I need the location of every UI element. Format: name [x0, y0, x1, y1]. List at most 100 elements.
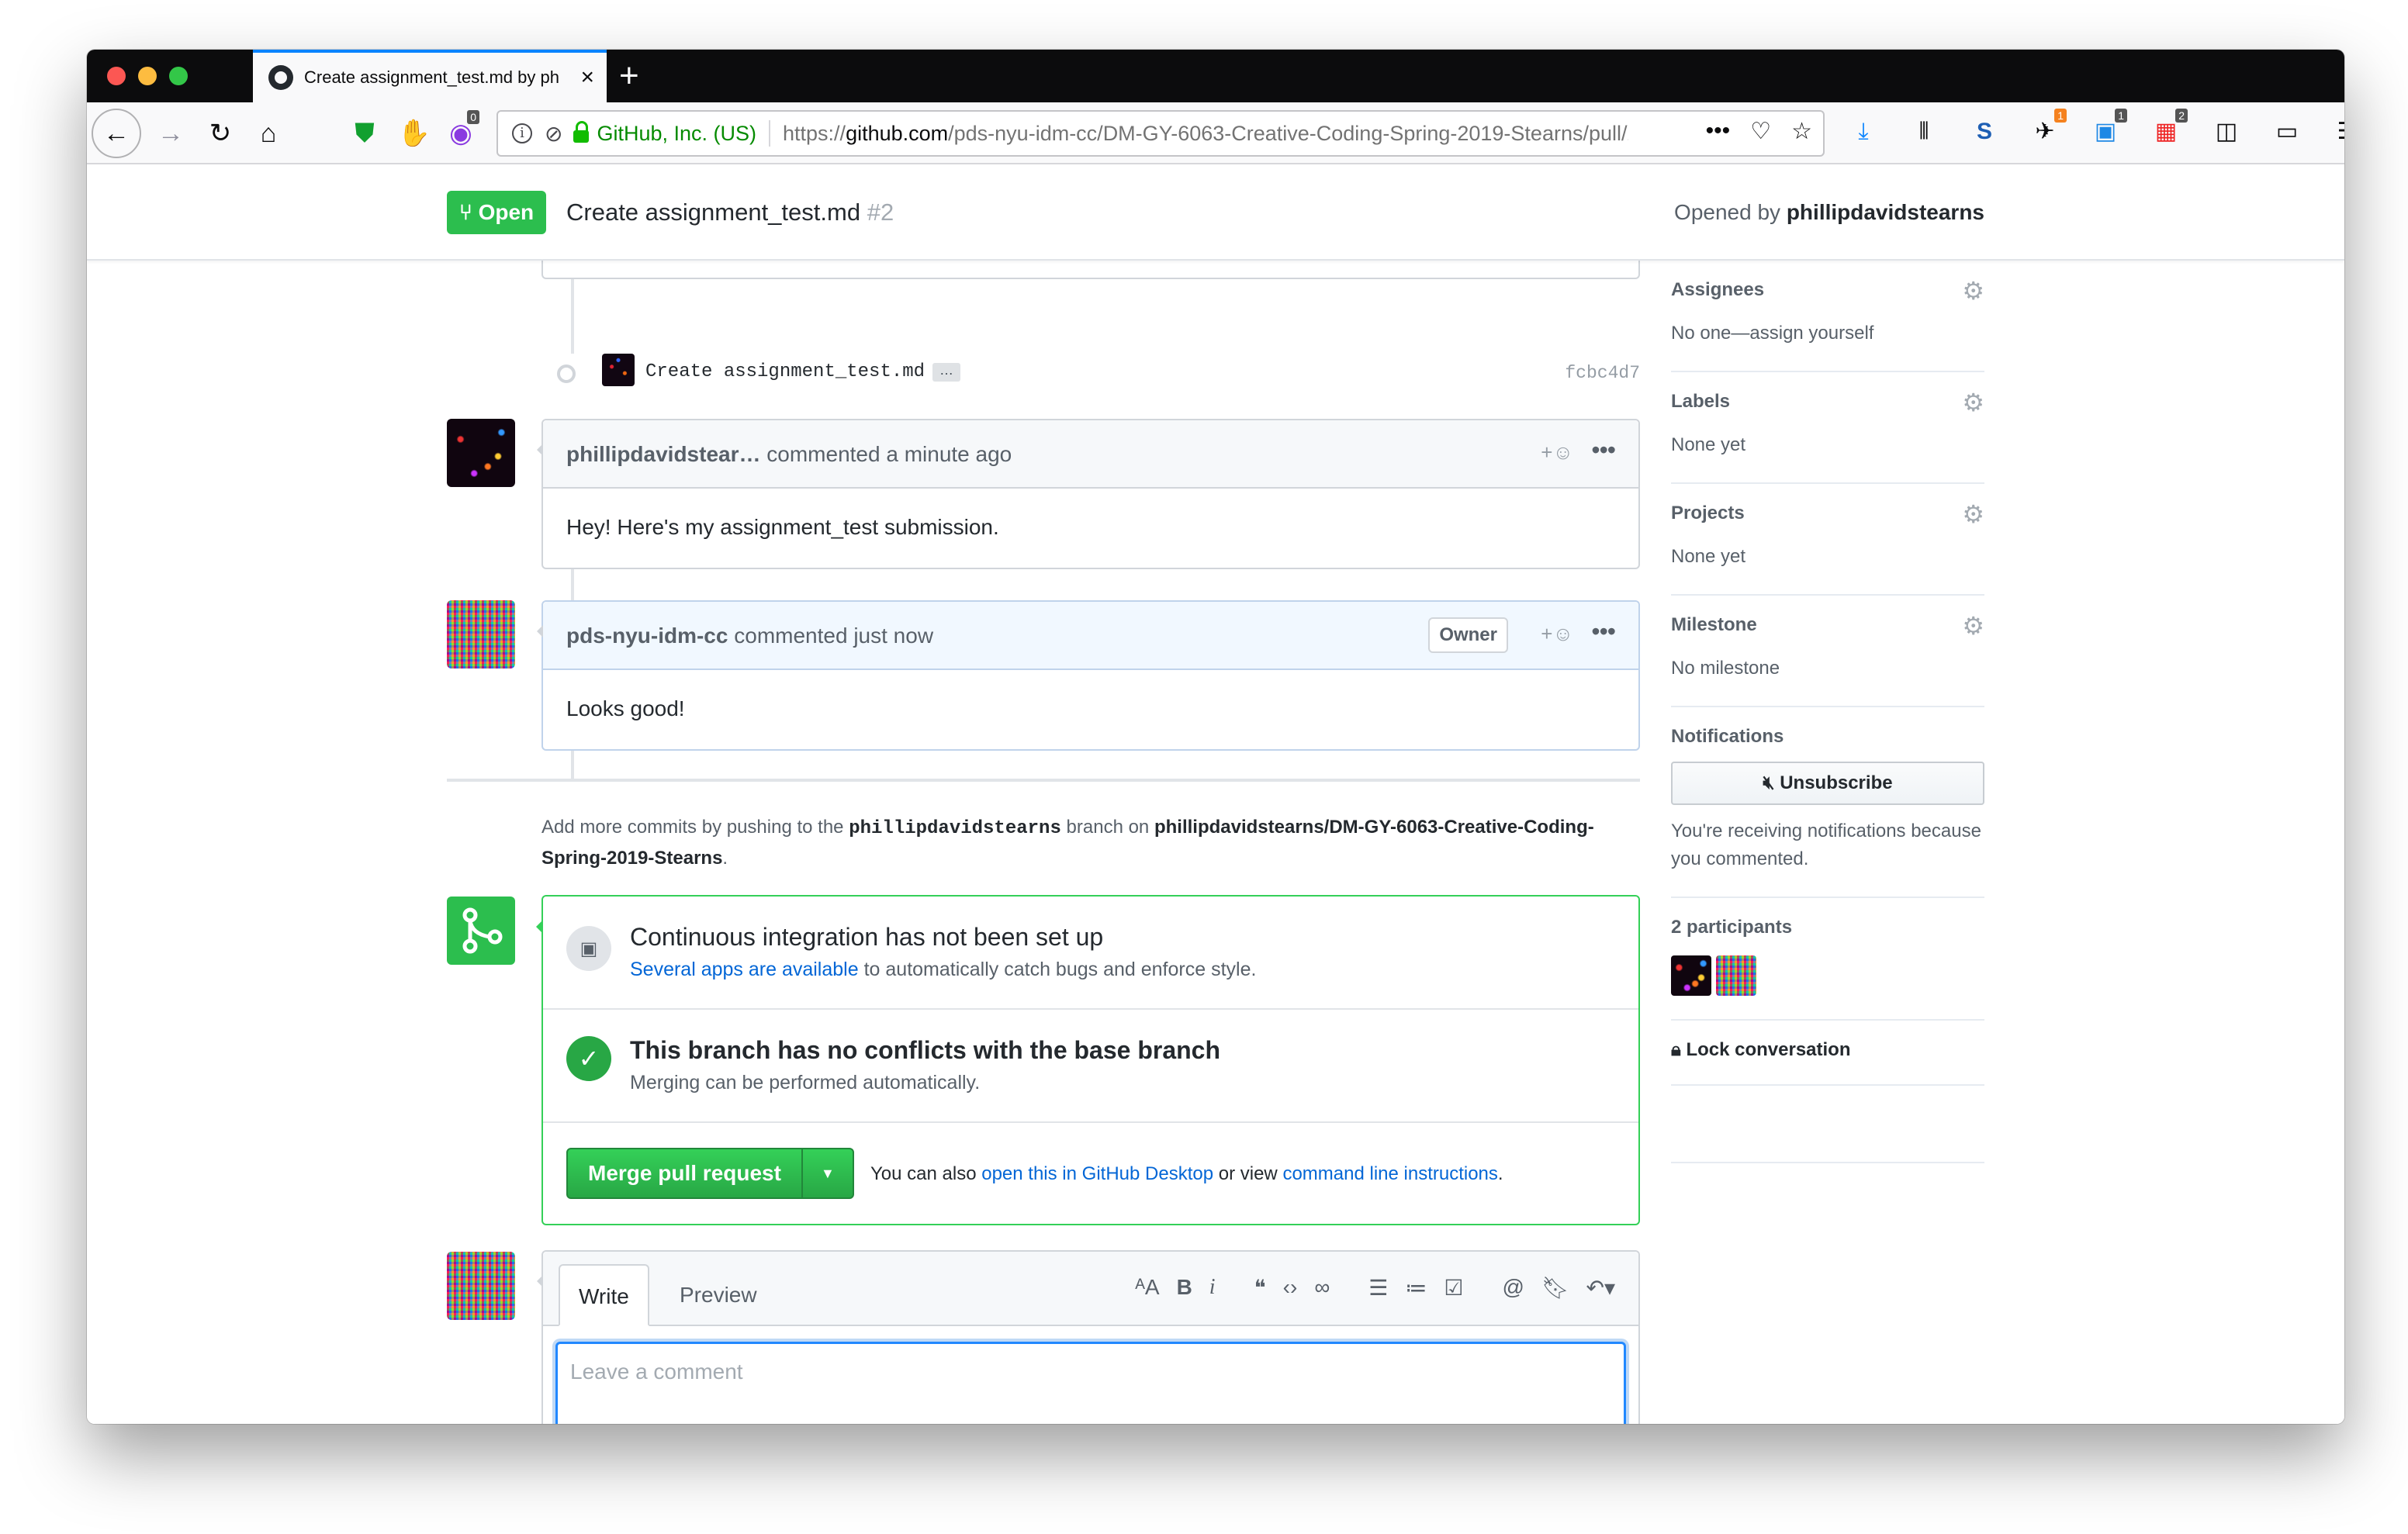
comment-action[interactable]: commented a minute ago [766, 442, 1012, 466]
editor-toolbar: Write Preview ᴬA B i ❝ ‹› ∞ ☰ ≔ ☑ @ 🔖︎ ↶… [543, 1252, 1638, 1326]
browser-tab[interactable]: Create assignment_test.md by phillipdavi… [253, 50, 607, 102]
reload-icon[interactable]: ↻ [195, 109, 245, 158]
close-window-button[interactable] [107, 67, 126, 85]
ci-rest: to automatically catch bugs and enforce … [863, 959, 1257, 980]
hamburger-menu-icon[interactable]: ☰ [2332, 116, 2344, 147]
assignees-label[interactable]: Assignees [1671, 279, 1984, 301]
commit-sha[interactable]: fcbc4d7 [1565, 363, 1640, 383]
mention-icon[interactable]: @ [1503, 1275, 1524, 1301]
command-line-link[interactable]: command line instructions [1282, 1163, 1497, 1184]
pocket-icon[interactable]: ♡ [1750, 118, 1771, 145]
conflict-status-section: ✓ This branch has no conflicts with the … [543, 1010, 1638, 1123]
tab-write[interactable]: Write [559, 1264, 649, 1326]
mute-icon: 🔇︎ [1763, 772, 1780, 793]
mention-group: @ 🔖︎ ↶▾ [1503, 1275, 1616, 1301]
screenshot-icon[interactable]: ▭ [2271, 116, 2302, 147]
gear-icon[interactable]: ⚙ [1962, 611, 1984, 641]
github-desktop-link[interactable]: open this in GitHub Desktop [981, 1163, 1213, 1184]
pr-title: Create assignment_test.md #2 [566, 199, 894, 226]
add-reaction-icon[interactable]: +☺ [1541, 441, 1573, 465]
lock-section: 🔒︎ Lock conversation [1671, 1021, 1984, 1086]
comment-action[interactable]: commented just now [734, 624, 933, 648]
pr-number: #2 [867, 199, 894, 226]
participant-avatar[interactable] [1716, 955, 1756, 996]
github-page: ⑂ Open Create assignment_test.md #2 Open… [87, 164, 2344, 1424]
forward-arrow-icon[interactable]: → [146, 109, 195, 158]
comment-author[interactable]: phillipdavidstear… [566, 442, 761, 466]
milestone-value: No milestone [1671, 658, 1780, 679]
labels-label[interactable]: Labels [1671, 391, 1984, 413]
git-merge-icon [447, 897, 515, 965]
downloads-icon[interactable]: ⤓ [1848, 116, 1879, 147]
opened-by-user[interactable]: phillipdavidstearns [1787, 200, 1984, 224]
calendar-icon[interactable]: ▦ 2 [2150, 109, 2188, 147]
commit-message[interactable]: Create assignment_test.md [645, 361, 925, 382]
minimize-window-button[interactable] [138, 67, 157, 85]
bookmark-star-icon[interactable]: ☆ [1791, 118, 1812, 145]
tracking-protection-icon[interactable]: ⊘ [545, 121, 562, 147]
current-user-avatar[interactable] [447, 1252, 515, 1320]
assignees-value[interactable]: No one—assign yourself [1671, 320, 1984, 347]
projects-label[interactable]: Projects [1671, 503, 1984, 524]
bold-icon[interactable]: B [1177, 1275, 1192, 1301]
code-icon[interactable]: ‹› [1283, 1275, 1298, 1301]
milestone-label[interactable]: Milestone [1671, 614, 1984, 636]
tab-close-icon[interactable]: × [580, 64, 594, 92]
merge-pull-request-button[interactable]: Merge pull request ▼ [566, 1148, 854, 1199]
comment-textarea[interactable] [555, 1342, 1626, 1424]
notifications-label: Notifications [1671, 726, 1784, 747]
caret-down-icon[interactable]: ▼ [803, 1149, 853, 1197]
quote-icon[interactable]: ❝ [1254, 1275, 1266, 1301]
heading-icon[interactable]: ᴬA [1135, 1275, 1159, 1301]
pr-state-label: Open [478, 200, 535, 224]
unsubscribe-button[interactable]: 🔇︎ Unsubscribe [1671, 762, 1984, 805]
shield-extension-icon[interactable]: ⛊ [340, 109, 389, 158]
bookmark-extension-icon[interactable]: ✈ 1 [2029, 109, 2067, 147]
new-comment-editor: Write Preview ᴬA B i ❝ ‹› ∞ ☰ ≔ ☑ @ 🔖︎ ↶… [537, 1250, 1640, 1424]
numbered-list-icon[interactable]: ≔ [1405, 1275, 1427, 1301]
formatting-tools: ᴬA B i ❝ ‹› ∞ ☰ ≔ ☑ @ 🔖︎ ↶▾ [1119, 1275, 1615, 1301]
site-info-icon[interactable]: i [512, 123, 532, 143]
addon-badge-icon[interactable]: ◉ 0 [436, 109, 486, 158]
url-text[interactable]: https://github.com/pds-nyu-idm-cc/DM-GY-… [783, 122, 1628, 146]
lock-conversation-link[interactable]: 🔒︎ Lock conversation [1671, 1039, 1984, 1061]
comment-author[interactable]: pds-nyu-idm-cc [566, 624, 728, 648]
gear-icon[interactable]: ⚙ [1962, 499, 1984, 529]
s-extension-icon[interactable]: S [1969, 116, 2000, 147]
url-bar[interactable]: i ⊘ GitHub, Inc. (US) https://github.com… [496, 110, 1825, 157]
ci-apps-link[interactable]: Several apps are available [630, 959, 859, 980]
tab-preview[interactable]: Preview [661, 1264, 776, 1326]
saved-reply-icon[interactable]: 🔖︎ [1541, 1275, 1569, 1301]
avatar[interactable] [447, 600, 515, 669]
comment-menu-icon[interactable]: ••• [1591, 436, 1616, 465]
page-actions-menu-icon[interactable]: ••• [1706, 118, 1731, 145]
commit-author-avatar[interactable] [602, 354, 635, 386]
reply-icon[interactable]: ↶▾ [1586, 1275, 1615, 1301]
sidebar-end [1671, 1086, 1984, 1163]
participant-avatar[interactable] [1671, 955, 1711, 996]
timeline-divider [447, 779, 1640, 782]
projects-section: Projects ⚙ None yet [1671, 484, 1984, 596]
bookmark-badge-count: 1 [2054, 109, 2067, 123]
new-tab-button[interactable]: + [619, 57, 639, 95]
italic-icon[interactable]: i [1209, 1275, 1216, 1301]
avatar[interactable] [447, 419, 515, 487]
back-arrow-icon[interactable]: ← [92, 109, 141, 158]
skype-icon[interactable]: ▣ 1 [2090, 109, 2127, 147]
merge-button-label[interactable]: Merge pull request [568, 1149, 803, 1197]
library-icon[interactable]: ⫴ [1908, 116, 1939, 147]
commit-expand-button[interactable]: … [932, 363, 960, 382]
link-icon[interactable]: ∞ [1314, 1275, 1330, 1301]
task-list-icon[interactable]: ☑ [1444, 1275, 1463, 1301]
gear-icon[interactable]: ⚙ [1962, 276, 1984, 306]
push-note-branch: phillipdavidstearns [849, 818, 1061, 839]
bulleted-list-icon[interactable]: ☰ [1368, 1275, 1388, 1301]
labels-value: None yet [1671, 434, 1746, 455]
zoom-window-button[interactable] [169, 67, 188, 85]
sidebar-icon[interactable]: ◫ [2211, 116, 2242, 147]
home-icon[interactable]: ⌂ [244, 109, 293, 158]
comment-menu-icon[interactable]: ••• [1591, 617, 1616, 646]
gear-icon[interactable]: ⚙ [1962, 388, 1984, 417]
extension-icon[interactable]: ✋ [389, 109, 439, 158]
add-reaction-icon[interactable]: +☺ [1541, 622, 1573, 646]
